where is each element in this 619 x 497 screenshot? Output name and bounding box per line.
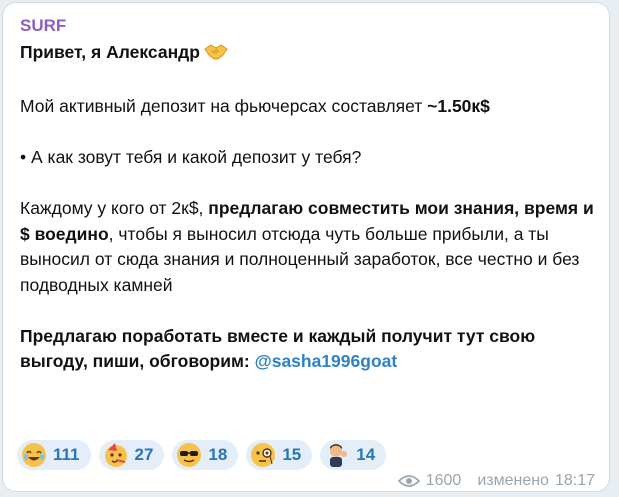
question-line: • А как зовут тебя и какой депозит у теб… (20, 147, 362, 167)
eye-icon (397, 475, 420, 487)
edited-label: изменено (477, 472, 549, 489)
party-face-icon (104, 443, 127, 467)
reaction-party[interactable]: 27 (98, 440, 165, 470)
laughing-face-icon (22, 443, 46, 467)
reaction-person[interactable]: 14 (320, 440, 387, 470)
deposit-line: Мой активный депозит на фьючерсах состав… (20, 94, 605, 120)
reaction-count: 27 (134, 445, 154, 464)
greeting-text: Привет, я Александр (20, 42, 200, 62)
message-bubble: SURF Привет, я Александр Мой активный де… (2, 2, 610, 492)
mention-link[interactable]: @sasha1996goat (255, 351, 398, 371)
handshake-icon (204, 43, 228, 69)
offer-paragraph: Каждому у кого от 2к$, предлагаю совмест… (20, 196, 605, 298)
deposit-value: ~1.50к$ (427, 96, 490, 116)
message-meta: 1600 изменено 18:17 (397, 472, 595, 490)
reaction-sunglasses[interactable]: 18 (172, 440, 239, 470)
sender-name[interactable]: SURF (20, 16, 66, 36)
reaction-count: 111 (53, 445, 80, 464)
person-gesture-icon (330, 444, 348, 467)
greeting-line: Привет, я Александр (20, 40, 605, 69)
monocle-face-icon (251, 443, 276, 467)
reaction-laughing[interactable]: 111 (17, 440, 91, 470)
reaction-count: 18 (208, 445, 228, 464)
reaction-monocle[interactable]: 15 (246, 440, 313, 470)
sunglasses-face-icon (177, 443, 202, 467)
reactions-bar: 111 27 18 15 14 (17, 440, 387, 470)
reaction-count: 14 (356, 445, 376, 464)
message-text: Привет, я Александр Мой активный депозит… (20, 40, 605, 375)
deposit-label: Мой активный депозит на фьючерсах состав… (20, 96, 428, 116)
reaction-count: 15 (282, 445, 302, 464)
offer-prefix: Каждому у кого от 2к$, (20, 198, 209, 218)
message-time: 18:17 (554, 472, 595, 489)
views-count: 1600 (425, 472, 462, 489)
closing-paragraph: Предлагаю поработать вместе и каждый пол… (20, 324, 605, 375)
